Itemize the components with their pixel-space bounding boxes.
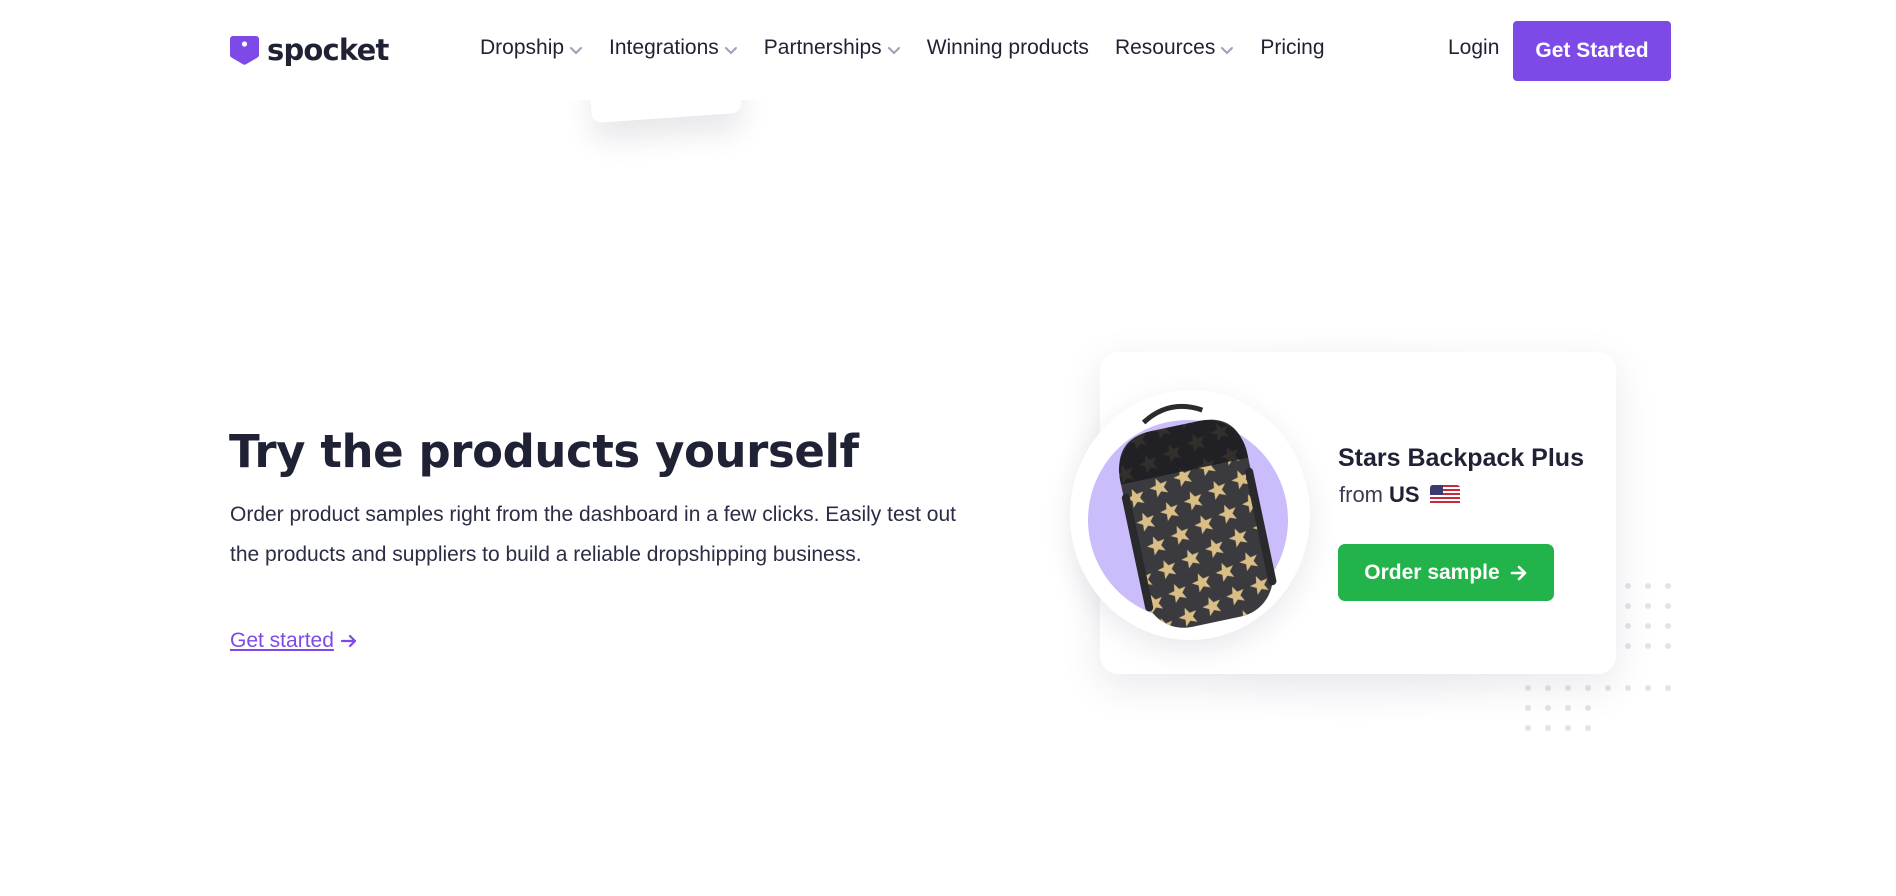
section-headline: Try the products yourself [229, 425, 859, 478]
nav-item-winning-products[interactable]: Winning products [927, 36, 1089, 60]
nav-label: Partnerships [763, 36, 882, 59]
arrow-right-icon [340, 634, 356, 648]
chevron-down-icon [1221, 46, 1234, 54]
spocket-logo-icon [230, 36, 259, 65]
order-sample-label: Order sample [1364, 560, 1500, 584]
get-started-label: Get started [230, 629, 334, 652]
nav-label: Dropship [480, 36, 565, 59]
nav-item-dropship[interactable]: Dropship [480, 36, 583, 60]
nav-label: Winning products [926, 36, 1089, 59]
login-link[interactable]: Login [1448, 36, 1499, 60]
product-name: Stars Backpack Plus [1338, 444, 1584, 472]
backpack-image [1118, 403, 1277, 628]
nav-item-resources[interactable]: Resources [1115, 36, 1234, 60]
get-started-button[interactable]: Get Started [1513, 21, 1671, 81]
nav-item-partnerships[interactable]: Partnerships [764, 36, 901, 60]
section-description: Order product samples right from the das… [230, 503, 956, 566]
us-flag-icon [1429, 485, 1460, 505]
origin-country: US [1389, 482, 1420, 507]
origin-prefix: from [1339, 482, 1383, 507]
nav-item-pricing[interactable]: Pricing [1260, 36, 1324, 60]
product-origin: from US [1339, 482, 1460, 508]
main-nav: Dropship Integrations Partnerships Winni… [480, 36, 1351, 60]
chevron-down-icon [887, 46, 900, 54]
get-started-link[interactable]: Get started [230, 629, 358, 653]
nav-label: Integrations [609, 36, 719, 59]
nav-item-integrations[interactable]: Integrations [609, 36, 738, 60]
nav-label: Resources [1114, 36, 1216, 59]
site-header: spocket Dropship Integrations Partnershi… [0, 0, 1896, 100]
arrow-right-icon [1510, 565, 1527, 580]
logo-wordmark: spocket [267, 32, 389, 67]
spocket-logo[interactable]: spocket [230, 34, 389, 66]
chevron-down-icon [570, 46, 583, 54]
order-sample-button[interactable]: Order sample [1338, 544, 1554, 601]
chevron-down-icon [724, 46, 737, 54]
nav-label: Pricing [1260, 36, 1325, 59]
